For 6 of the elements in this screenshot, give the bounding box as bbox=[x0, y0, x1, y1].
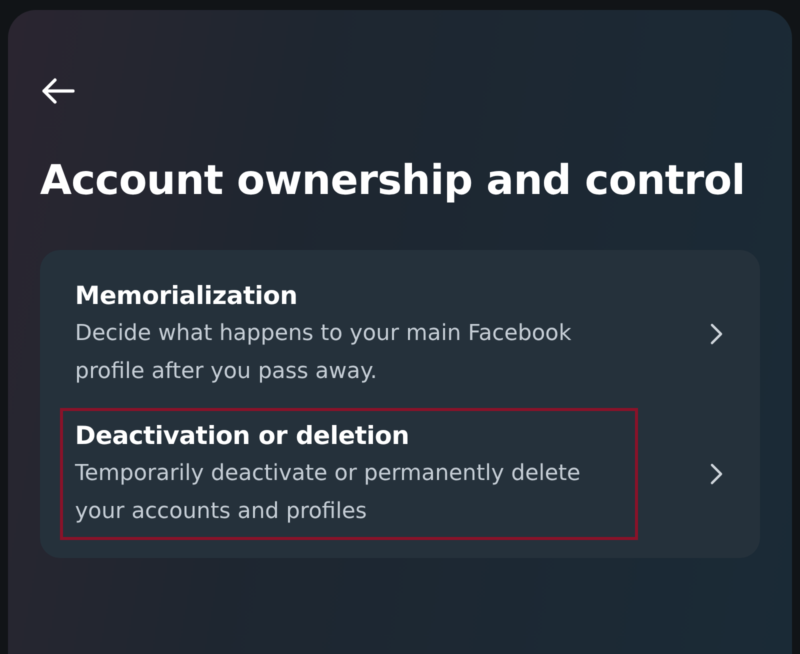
chevron-icon bbox=[710, 323, 724, 345]
chevron-icon bbox=[710, 463, 724, 485]
option-item[interactable]: Memorialization Decide what happens to your main Facebook profile after you pass away. bbox=[60, 268, 638, 400]
option-item[interactable]: Deactivation or deletion Temporarily deactivate or permanently delete your accounts and profiles bbox=[60, 408, 638, 540]
back-icon[interactable] bbox=[40, 76, 76, 106]
page-title: Account ownership and control bbox=[40, 155, 746, 206]
